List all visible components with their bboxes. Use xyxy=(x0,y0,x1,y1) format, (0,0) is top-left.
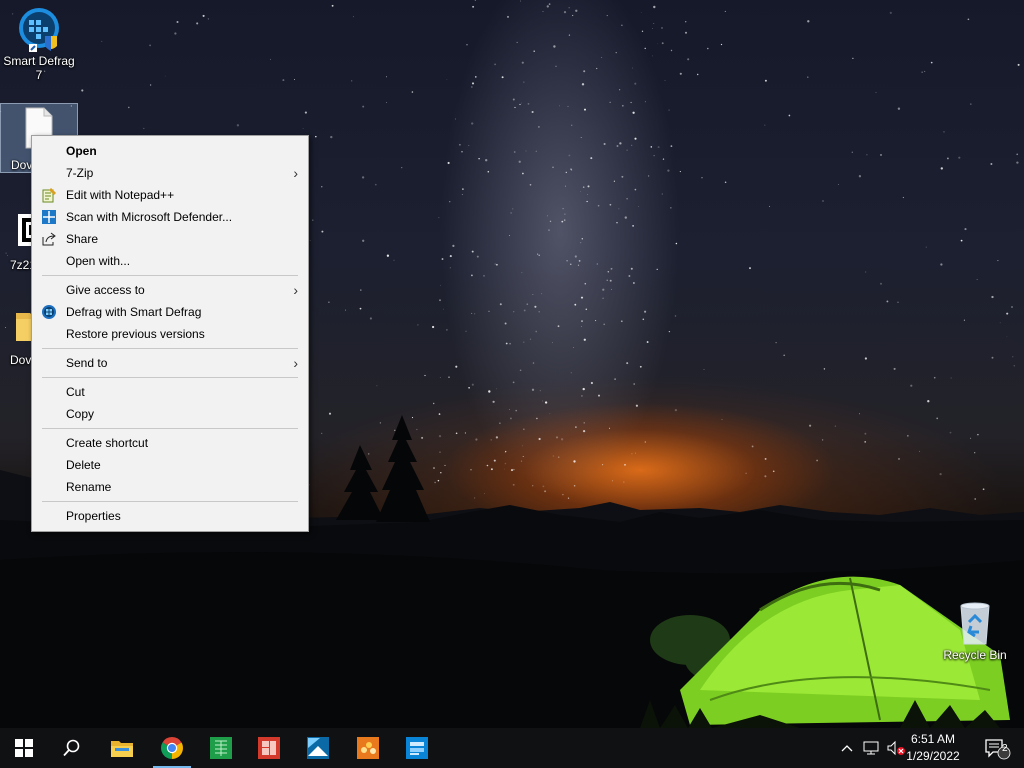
menu-item-rename[interactable]: Rename xyxy=(32,476,308,498)
menu-separator xyxy=(42,275,298,276)
menu-separator xyxy=(42,501,298,502)
menu-item-cut[interactable]: Cut xyxy=(32,381,308,403)
menu-item-label: Open xyxy=(66,144,97,158)
menu-item-send-to[interactable]: Send to › xyxy=(32,352,308,374)
start-icon xyxy=(15,739,33,757)
desktop-icon-smart-defrag[interactable]: Smart Defrag 7 xyxy=(0,6,78,90)
smart-defrag-icon xyxy=(19,8,59,52)
network-status-button[interactable] xyxy=(860,728,882,768)
desktop-icon-label: Smart Defrag 7 xyxy=(3,54,75,82)
menu-item-open-with[interactable]: Open with... xyxy=(32,250,308,272)
menu-item-properties[interactable]: Properties xyxy=(32,505,308,527)
chevron-right-icon: › xyxy=(293,282,298,298)
menu-item-give-access[interactable]: Give access to › xyxy=(32,279,308,301)
menu-item-label: Cut xyxy=(66,385,85,399)
menu-separator xyxy=(42,348,298,349)
menu-item-label: Give access to xyxy=(66,283,145,297)
presentation-app-icon xyxy=(258,737,280,759)
menu-item-copy[interactable]: Copy xyxy=(32,403,308,425)
recycle-bin-icon xyxy=(960,602,990,645)
menu-item-label: Delete xyxy=(66,458,101,472)
file-explorer-icon xyxy=(111,741,133,757)
menu-item-label: Defrag with Smart Defrag xyxy=(66,305,202,319)
menu-item-delete[interactable]: Delete xyxy=(32,454,308,476)
taskbar-paint-app[interactable] xyxy=(345,728,391,768)
menu-item-share[interactable]: Share xyxy=(32,228,308,250)
spreadsheet-app-icon xyxy=(210,737,232,759)
taskbar-photo-app[interactable] xyxy=(295,728,341,768)
clock-date: 1/29/2022 xyxy=(906,749,960,763)
action-center-button[interactable]: 2 xyxy=(974,728,1020,768)
menu-item-label: Edit with Notepad++ xyxy=(66,188,175,202)
desktop-icon-recycle-bin[interactable]: Recycle Bin xyxy=(936,600,1014,670)
menu-item-label: Send to xyxy=(66,356,108,370)
menu-item-label: Scan with Microsoft Defender... xyxy=(66,210,233,224)
menu-item-label: Properties xyxy=(66,509,121,523)
chevron-up-icon xyxy=(841,745,853,752)
taskbar: 6:51 AM 1/29/2022 2 xyxy=(0,728,1024,768)
menu-item-label: Create shortcut xyxy=(66,436,149,450)
menu-item-defrag[interactable]: Defrag with Smart Defrag xyxy=(32,301,308,323)
blue-app-icon xyxy=(406,737,428,759)
share-icon xyxy=(42,232,56,246)
menu-item-label: Rename xyxy=(66,480,112,494)
menu-item-restore-versions[interactable]: Restore previous versions xyxy=(32,323,308,345)
paint-app-icon xyxy=(357,737,379,759)
chevron-right-icon: › xyxy=(293,165,298,181)
menu-item-label: Restore previous versions xyxy=(66,327,205,341)
file-context-menu: Open 7-Zip › Edit with Notepad++ Scan wit… xyxy=(31,135,309,532)
menu-item-label: Open with... xyxy=(66,254,131,268)
taskbar-presentation-app[interactable] xyxy=(246,728,292,768)
menu-item-label: Copy xyxy=(66,407,95,421)
menu-separator xyxy=(42,428,298,429)
chevron-right-icon: › xyxy=(293,355,298,371)
smart-defrag-icon xyxy=(42,305,56,319)
show-hidden-icons-button[interactable] xyxy=(836,728,858,768)
menu-item-label: 7-Zip xyxy=(66,166,94,180)
notification-count-badge: 2 xyxy=(1002,743,1008,754)
defender-icon xyxy=(42,210,56,224)
desktop-icon-label: Recycle Bin xyxy=(943,648,1007,662)
menu-item-scan-defender[interactable]: Scan with Microsoft Defender... xyxy=(32,206,308,228)
photo-app-icon xyxy=(307,737,329,759)
taskbar-clock[interactable]: 6:51 AM 1/29/2022 xyxy=(898,731,968,765)
menu-item-open[interactable]: Open xyxy=(32,140,308,162)
menu-item-label: Share xyxy=(66,232,99,246)
taskbar-spreadsheet-app[interactable] xyxy=(198,728,244,768)
taskbar-blue-app[interactable] xyxy=(394,728,440,768)
clock-time: 6:51 AM xyxy=(910,732,956,746)
taskbar-chrome[interactable] xyxy=(149,728,195,768)
search-button[interactable] xyxy=(49,728,95,768)
notepadpp-icon xyxy=(42,187,57,203)
menu-item-create-shortcut[interactable]: Create shortcut xyxy=(32,432,308,454)
menu-separator xyxy=(42,377,298,378)
start-button[interactable] xyxy=(1,728,47,768)
taskbar-file-explorer[interactable] xyxy=(99,728,145,768)
network-icon xyxy=(863,741,879,755)
menu-item-7zip[interactable]: 7-Zip › xyxy=(32,162,308,184)
search-icon xyxy=(63,739,80,757)
menu-item-edit-notepadpp[interactable]: Edit with Notepad++ xyxy=(32,184,308,206)
chrome-icon xyxy=(161,737,183,759)
